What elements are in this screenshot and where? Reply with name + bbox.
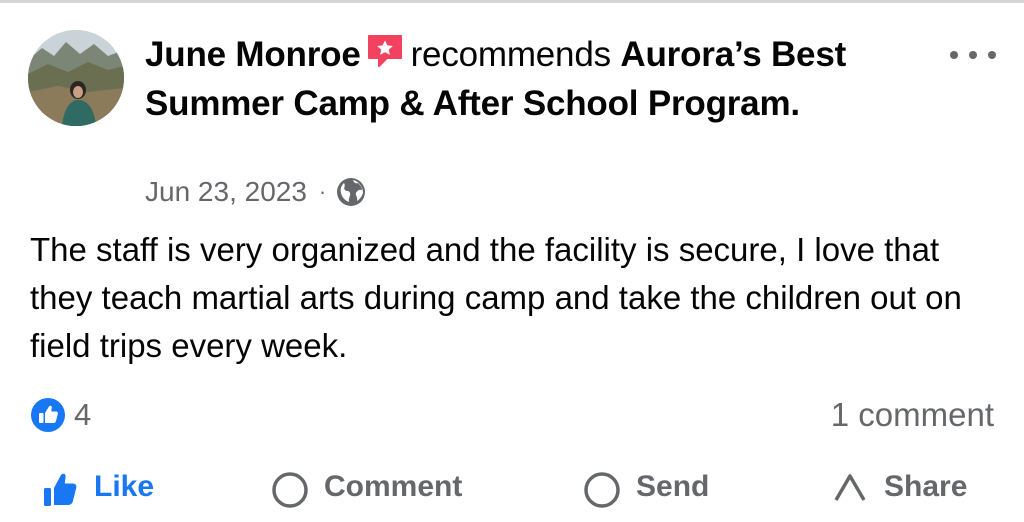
share-icon [834,474,866,501]
share-button[interactable]: Share [830,470,967,510]
post-header: June Monroe recommends Aurora’s Best Sum… [145,30,905,128]
avatar[interactable] [28,30,124,126]
globe-icon [337,178,366,206]
dot [988,51,996,59]
dot [969,51,977,59]
post-date[interactable]: Jun 23, 2023 [145,176,307,208]
send-icon [584,472,620,508]
share-label: Share [884,470,968,503]
dot [950,51,958,59]
post-card: June Monroe recommends Aurora’s Best Sum… [0,0,1024,508]
more-options-icon[interactable] [950,44,996,66]
thumbs-up-icon [44,473,77,506]
author-name[interactable]: June Monroe [145,35,361,74]
recommends-text: recommends [410,35,611,74]
reaction-summary[interactable]: 4 [30,395,91,435]
like-reaction-icon [31,398,65,432]
post-meta: Jun 23, 2023 · [145,172,366,212]
like-label: Like [94,470,155,503]
comment-count-link[interactable]: 1 comment [831,395,994,435]
comment-icon [272,472,308,508]
send-label: Send [636,470,710,503]
action-bar: Like Comment Send Share [0,462,1024,522]
comment-label: Comment [324,470,463,503]
post-body: The staff is very organized and the faci… [30,231,962,364]
recommendation-icon [367,35,402,67]
like-button[interactable]: Like [40,470,154,510]
meta-separator: · [318,179,327,204]
like-count: 4 [74,397,92,432]
send-button[interactable]: Send [582,470,709,510]
divider [0,0,1024,3]
comment-button[interactable]: Comment [270,470,462,510]
